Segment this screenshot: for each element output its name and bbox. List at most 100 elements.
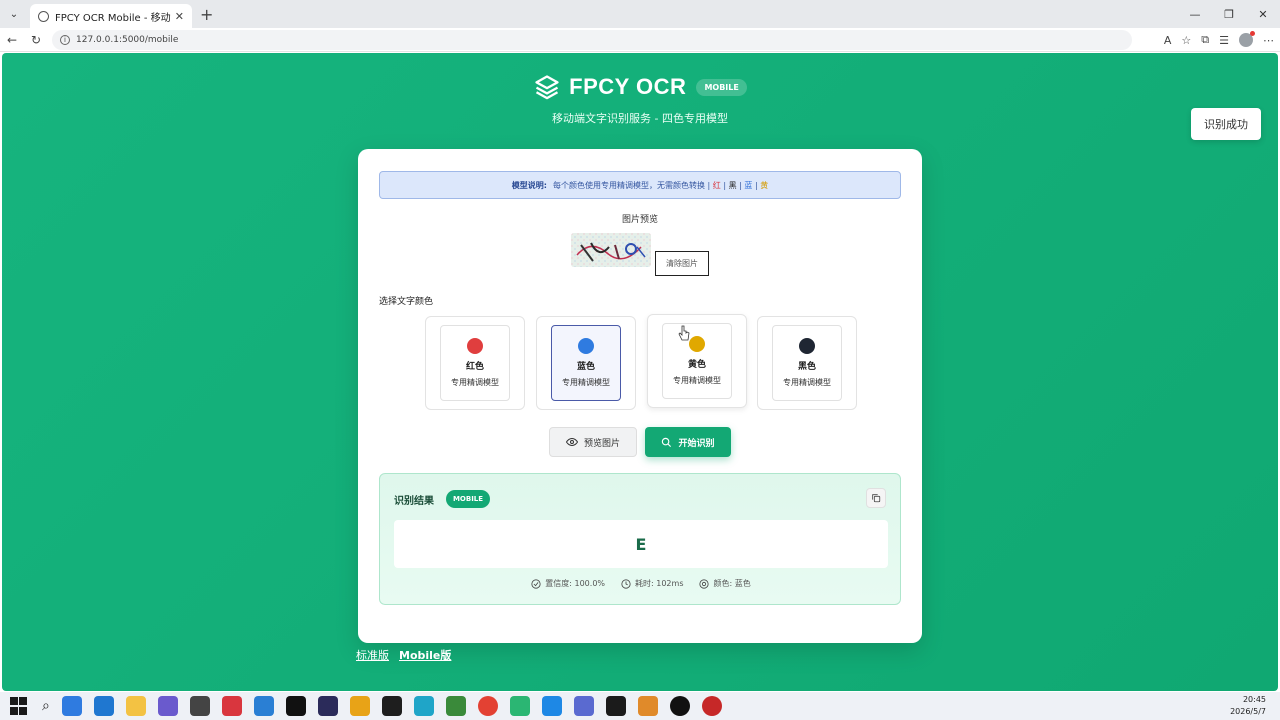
color-name: 蓝色 — [576, 362, 595, 372]
back-icon[interactable]: ← — [0, 33, 24, 47]
search-icon[interactable]: ⌕ — [42, 698, 50, 714]
mouse-cursor-icon — [678, 325, 690, 341]
app-icon[interactable] — [605, 696, 626, 716]
result-text: E — [394, 520, 888, 568]
address-bar-row: ← ↻ i 127.0.0.1:5000/mobile A ☆ ⧉ ☰ ⋯ — [0, 28, 1280, 52]
window-controls: — ❐ ✕ — [1178, 0, 1280, 28]
success-toast: 识别成功 — [1191, 108, 1261, 140]
captcha-image — [571, 233, 651, 267]
clock-icon — [621, 578, 631, 589]
note-red: 红 — [712, 180, 721, 190]
color-text: 颜色: 蓝色 — [713, 579, 751, 588]
close-tab-icon[interactable]: ✕ — [175, 10, 184, 23]
color-name: 黑色 — [797, 362, 816, 372]
file-explorer-icon[interactable] — [125, 696, 146, 716]
standard-version-link[interactable]: 标准版 — [356, 647, 389, 663]
time-text: 耗时: 102ms — [635, 579, 684, 588]
clock-date: 2026/5/7 — [1230, 707, 1266, 716]
copy-icon — [872, 494, 881, 503]
result-title: 识别结果 — [394, 496, 434, 507]
app-icon[interactable] — [701, 696, 722, 716]
clock-time: 20:45 — [1242, 695, 1266, 704]
app-icon[interactable] — [573, 696, 594, 716]
brand-badge: MOBILE — [696, 78, 747, 96]
result-badge: MOBILE — [446, 490, 490, 508]
url-text: 127.0.0.1:5000/mobile — [76, 34, 179, 45]
favorites-icon[interactable]: ☰ — [1219, 34, 1229, 47]
app-icon[interactable] — [317, 696, 338, 716]
app-icon[interactable] — [221, 696, 242, 716]
site-info-icon[interactable]: i — [60, 34, 70, 45]
red-dot-icon — [467, 338, 483, 354]
browser-tab[interactable]: FPCY OCR Mobile - 移动端识别 ✕ — [30, 4, 192, 28]
taskbar-clock[interactable]: 20:45 2026/5/7 — [1230, 694, 1266, 718]
check-circle-icon — [531, 578, 541, 589]
model-note: 模型说明: 每个颜色使用专用精调模型，无需颜色转换 | 红 | 黑 | 蓝 | … — [379, 171, 901, 199]
close-window-icon[interactable]: ✕ — [1246, 0, 1280, 28]
eye-icon — [565, 437, 578, 447]
color-option-blue-inner: 蓝色 专用精调模型 — [551, 325, 621, 401]
black-dot-icon — [799, 338, 815, 354]
more-menu-icon[interactable]: ⋯ — [1263, 34, 1274, 47]
app-icon[interactable] — [445, 696, 466, 716]
app-icon[interactable] — [285, 696, 306, 716]
note-label: 模型说明: — [511, 180, 547, 190]
url-field[interactable]: i 127.0.0.1:5000/mobile — [52, 29, 1132, 50]
app-icon[interactable] — [93, 696, 114, 716]
extensions-icon[interactable]: ⧉ — [1201, 33, 1209, 47]
app-icon[interactable] — [381, 696, 402, 716]
layers-logo-icon — [535, 75, 559, 100]
tab-title: FPCY OCR Mobile - 移动端识别 — [55, 12, 171, 24]
color-option-black[interactable]: 黑色 专用精调模型 — [757, 316, 857, 410]
copy-button[interactable] — [866, 488, 886, 508]
color-desc: 专用精调模型 — [562, 378, 610, 387]
preview-image-button[interactable]: 预览图片 — [549, 427, 637, 457]
color-desc: 专用精调模型 — [451, 378, 499, 387]
tab-actions-menu-icon[interactable]: ⌄ — [4, 4, 24, 24]
app-icon[interactable] — [253, 696, 274, 716]
note-sep-1: | — [723, 180, 727, 190]
start-recognition-button[interactable]: 开始识别 — [645, 427, 731, 457]
app-icon[interactable] — [349, 696, 370, 716]
favorite-star-icon[interactable]: ☆ — [1181, 34, 1191, 47]
app-icon[interactable] — [637, 696, 658, 716]
app-icon[interactable] — [157, 696, 178, 716]
color-option-red[interactable]: 红色 专用精调模型 — [425, 316, 525, 410]
vscode-icon[interactable] — [541, 696, 562, 716]
preview-button-label: 预览图片 — [583, 438, 620, 449]
color-desc: 专用精调模型 — [783, 378, 831, 387]
record-icon[interactable] — [669, 696, 690, 716]
time-item: 耗时: 102ms — [621, 578, 683, 589]
mail-app-icon[interactable] — [61, 696, 82, 716]
new-tab-icon[interactable]: + — [200, 5, 213, 24]
color-option-yellow-inner: 黄色 专用精调模型 — [662, 323, 732, 399]
color-option-blue[interactable]: 蓝色 专用精调模型 — [536, 316, 636, 410]
restore-icon[interactable]: ❐ — [1212, 0, 1246, 28]
read-aloud-icon[interactable]: A — [1164, 34, 1172, 47]
mobile-version-link[interactable]: Mobile版 — [399, 647, 451, 663]
profile-avatar[interactable] — [1239, 31, 1255, 47]
app-icon[interactable] — [509, 696, 530, 716]
color-option-red-inner: 红色 专用精调模型 — [440, 325, 510, 401]
color-item: 颜色: 蓝色 — [699, 578, 751, 589]
reload-icon[interactable]: ↻ — [24, 33, 48, 47]
start-button-label: 开始识别 — [678, 438, 715, 449]
chrome-icon[interactable] — [477, 696, 498, 716]
brand-header: FPCY OCR MOBILE — [2, 73, 1278, 101]
minimize-icon[interactable]: — — [1178, 0, 1212, 28]
result-panel: 识别结果 MOBILE E 置信度: 100.0% 耗时: 102ms 颜色: … — [379, 473, 901, 605]
confidence-text: 置信度: 100.0% — [545, 579, 606, 588]
edge-browser-icon[interactable] — [413, 696, 434, 716]
color-name: 黄色 — [687, 360, 706, 370]
result-meta: 置信度: 100.0% 耗时: 102ms 颜色: 蓝色 — [380, 578, 902, 589]
windows-start-icon[interactable] — [10, 697, 28, 715]
color-option-yellow[interactable]: 黄色 专用精调模型 — [647, 314, 747, 408]
note-black: 黑 — [728, 180, 737, 190]
color-name: 红色 — [465, 362, 484, 372]
taskbar-apps — [61, 696, 722, 716]
footer-links: 标准版 Mobile版 — [356, 647, 451, 663]
color-select-title: 选择文字颜色 — [379, 297, 434, 307]
clear-image-button[interactable]: 清除图片 — [655, 251, 709, 276]
note-blue: 蓝 — [744, 180, 753, 190]
app-icon[interactable] — [189, 696, 210, 716]
